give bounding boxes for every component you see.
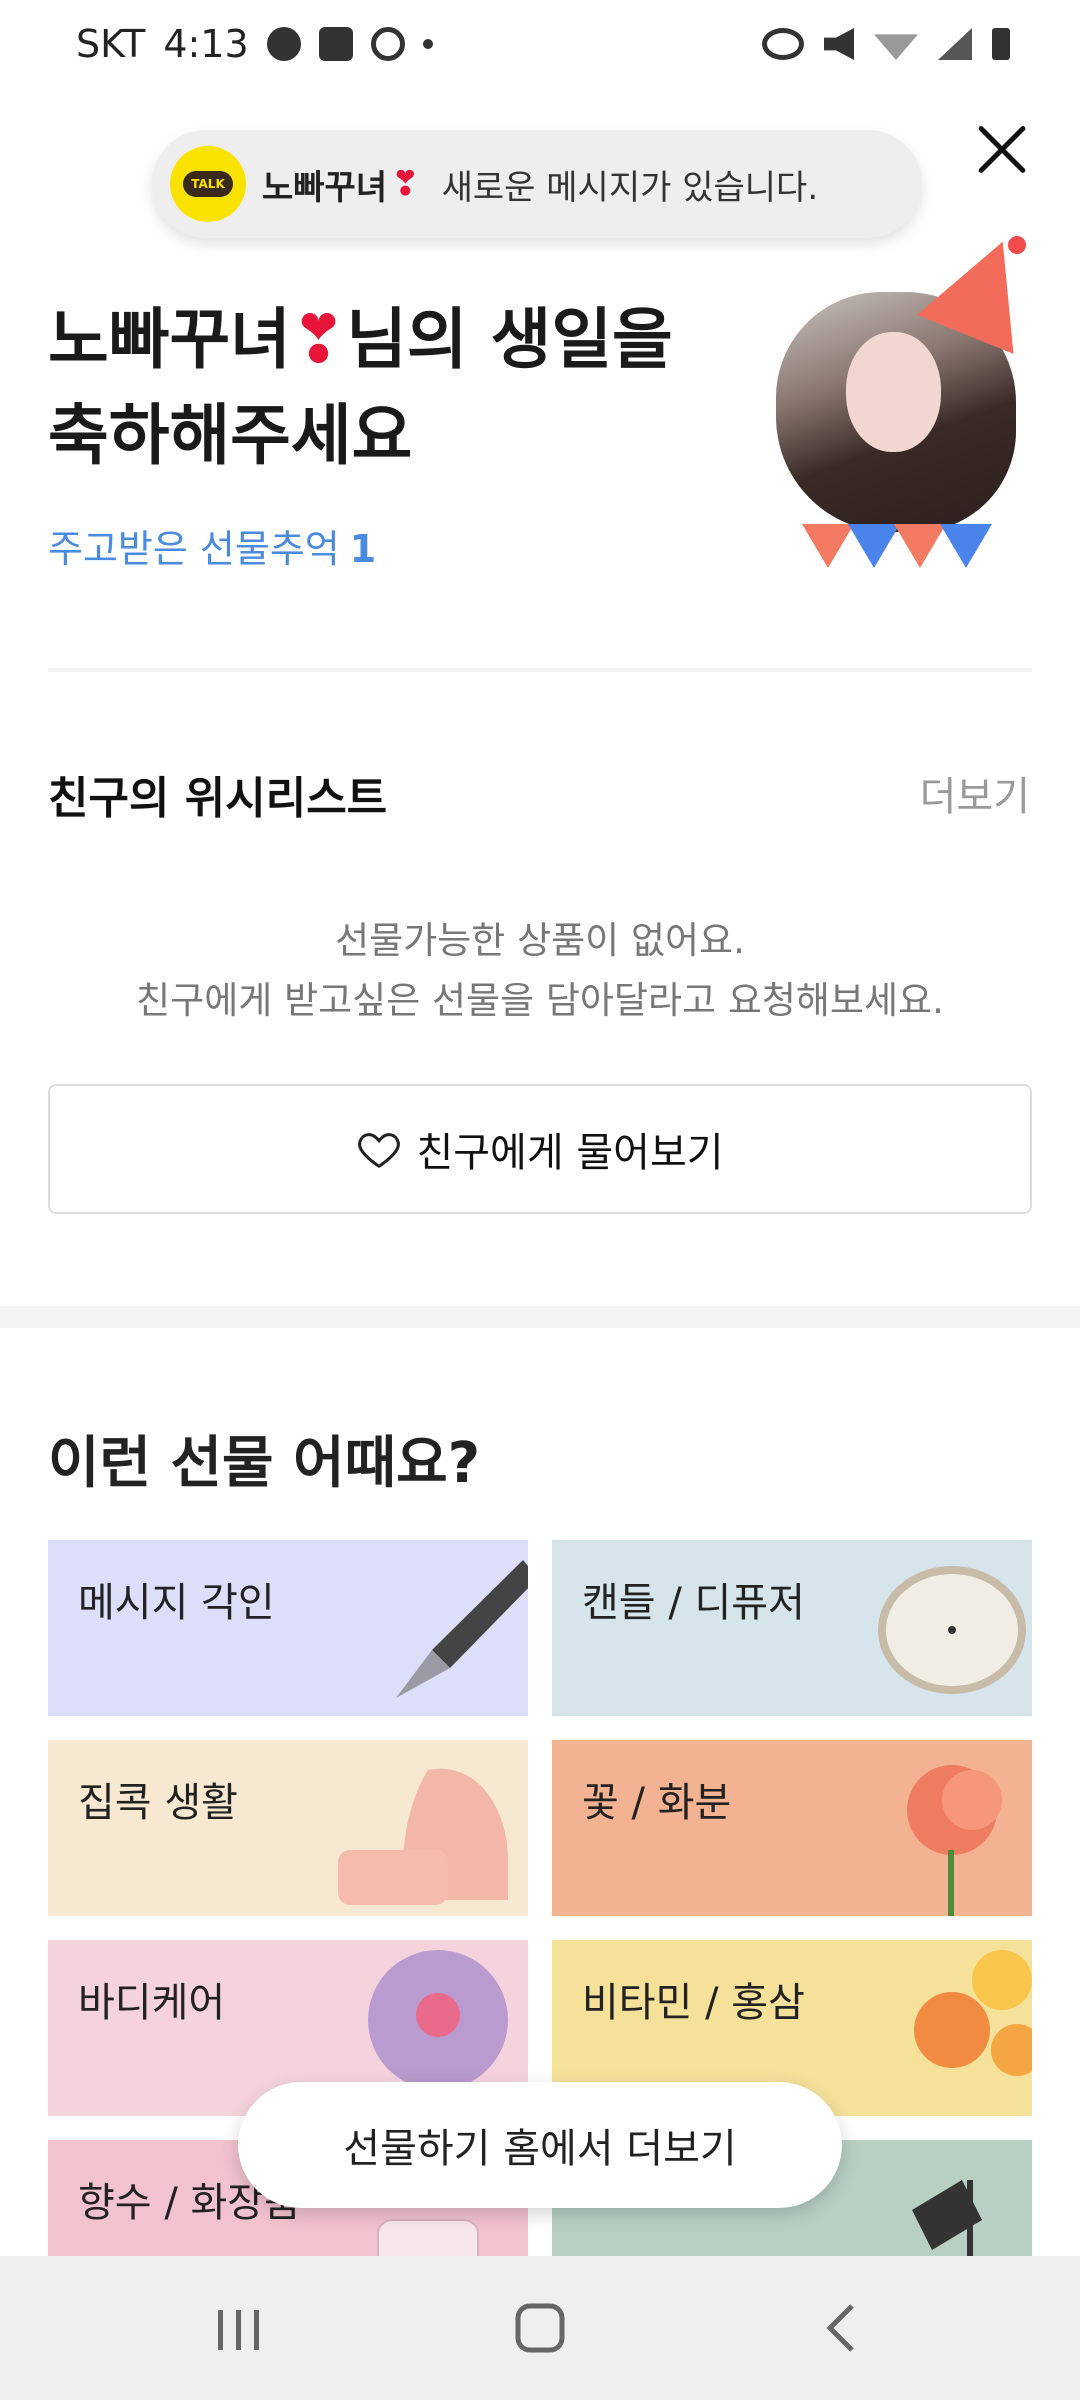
toast-message: 새로운 메시지가 있습니다.	[441, 167, 819, 208]
system-nav-bar	[0, 2256, 1080, 2400]
feather-icon	[318, 27, 353, 61]
birthday-title: 노빠꾸녀❣님의 생일을 축하해주세요	[48, 292, 748, 484]
recent-apps-button[interactable]	[178, 2256, 298, 2400]
clock: 4:13	[163, 22, 249, 66]
heart-outline-icon	[358, 1133, 401, 1169]
heart-icon: ❣	[290, 301, 347, 378]
tile-message-engraving[interactable]: 메시지 각인	[48, 1540, 528, 1716]
back-button[interactable]	[782, 2256, 902, 2400]
toast-sender: 노빠꾸녀	[262, 167, 388, 208]
tile-label: 메시지 각인	[78, 1580, 275, 1626]
bunting-flag	[940, 524, 992, 568]
gift-memory-count: 1	[349, 527, 377, 571]
section-divider	[0, 1306, 1080, 1328]
tile-label: 비타민 / 홍삼	[582, 1980, 805, 2026]
recommend-title: 이런 선물 어때요?	[48, 1431, 481, 1496]
gift-home-more-button[interactable]: 선물하기 홈에서 더보기	[238, 2082, 842, 2208]
battery-icon	[992, 28, 1010, 60]
tile-candle-diffuser[interactable]: 캔들 / 디퓨저	[552, 1540, 1032, 1716]
kakaotalk-icon: TALK	[170, 146, 246, 222]
divider	[48, 668, 1032, 672]
alarm-icon	[762, 28, 804, 60]
tile-label: 바디케어	[78, 1980, 226, 2026]
flower-icon	[907, 1765, 1002, 1916]
wifi-icon	[874, 34, 918, 60]
title-suffix: 님의 생일을	[346, 301, 673, 378]
tile-home-living[interactable]: 집콕 생활	[48, 1740, 528, 1916]
bunting-flag	[848, 524, 900, 568]
home-button[interactable]	[480, 2256, 600, 2400]
carrier-label: SKT	[76, 22, 146, 66]
tile-label: 캔들 / 디퓨저	[582, 1580, 805, 1626]
wishlist-more-link[interactable]: 더보기	[920, 764, 1030, 822]
message-toast[interactable]: TALK 노빠꾸녀 ❣ 새로운 메시지가 있습니다.	[152, 130, 922, 238]
bunting-flag	[894, 524, 946, 568]
recent-apps-icon	[218, 2310, 259, 2350]
home-icon	[515, 2303, 565, 2353]
mute-icon	[824, 28, 854, 60]
wishlist-empty-line1: 선물가능한 상품이 없어요.	[335, 919, 745, 962]
signal-icon	[938, 28, 972, 60]
ask-friend-button[interactable]: 친구에게 물어보기	[48, 1084, 1032, 1214]
bean-bag-icon	[338, 1768, 508, 1905]
bunting-flag	[802, 524, 854, 568]
heart-icon: ❣	[391, 164, 420, 204]
tile-flowers-plants[interactable]: 꽃 / 화분	[552, 1740, 1032, 1916]
title-line2: 축하해주세요	[48, 397, 413, 474]
tile-label: 꽃 / 화분	[582, 1780, 732, 1826]
fountain-pen-icon	[396, 1560, 528, 1698]
lamp-icon	[912, 2180, 982, 2256]
ask-friend-label: 친구에게 물어보기	[416, 1130, 724, 1176]
profile-avatar[interactable]	[776, 222, 1051, 572]
perfume-bottle-icon	[377, 2219, 479, 2256]
citrus-icon	[914, 1950, 1032, 2076]
status-bar: SKT 4:13	[0, 0, 1080, 96]
more-notifications-icon	[422, 39, 433, 49]
tile-label: 집콕 생활	[78, 1780, 238, 1826]
wishlist-empty-line2: 친구에게 받고싶은 선물을 담아달라고 요청해보세요.	[136, 979, 944, 1022]
talk-notification-icon	[266, 27, 301, 61]
friend-name: 노빠꾸녀	[48, 301, 291, 378]
ring-icon	[370, 27, 405, 61]
close-icon[interactable]	[966, 114, 1038, 186]
wishlist-title: 친구의 위시리스트	[48, 773, 388, 824]
party-hat-ball	[1008, 236, 1026, 254]
back-icon	[826, 2304, 854, 2352]
candle-icon	[878, 1566, 1026, 1694]
gift-memory-label: 주고받은 선물추억	[48, 527, 340, 571]
gift-memory-link[interactable]: 주고받은 선물추억 1	[48, 518, 376, 573]
gift-home-more-label: 선물하기 홈에서 더보기	[343, 2126, 737, 2172]
